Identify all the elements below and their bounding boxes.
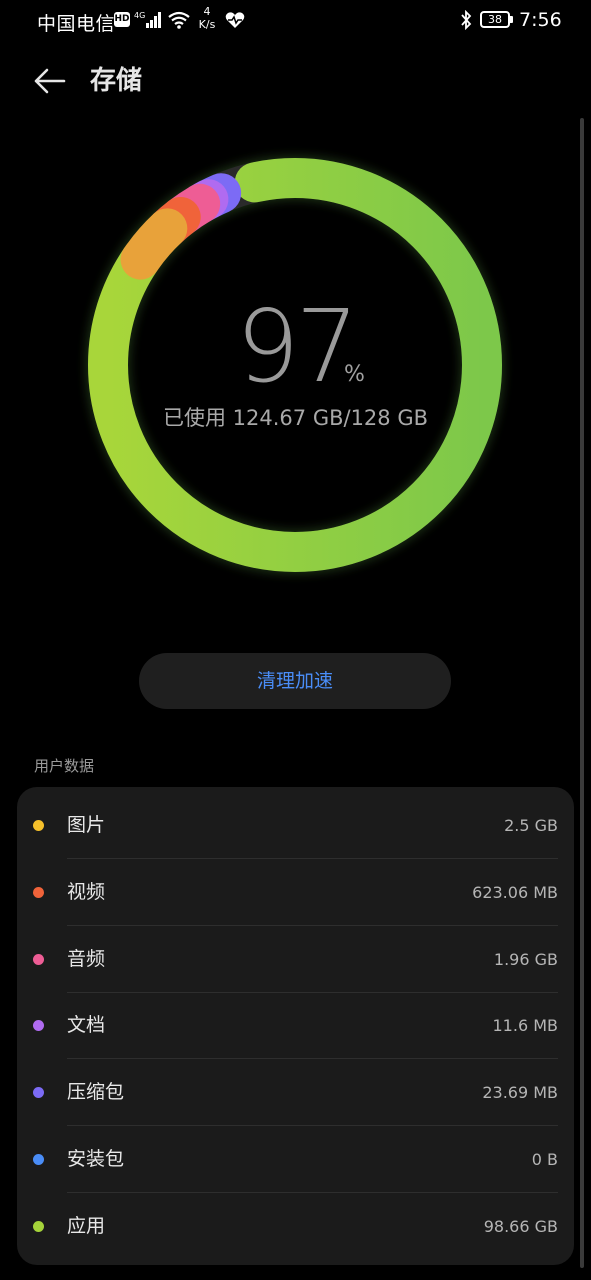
category-name: 文档 <box>67 1014 106 1037</box>
category-size: 623.06 MB <box>472 882 558 902</box>
list-item[interactable]: 音频 1.96 GB <box>17 926 574 993</box>
status-bar: 中国电信 HD 4G 4 K/s 38 7:56 <box>0 0 591 44</box>
battery-cap <box>510 16 513 23</box>
back-arrow-icon[interactable] <box>30 62 70 100</box>
usage-summary: 已使用 124.67 GB/128 GB <box>162 406 429 430</box>
heart-health-icon <box>225 12 245 28</box>
list-item[interactable]: 文档 11.6 MB <box>17 992 574 1060</box>
category-name: 压缩包 <box>67 1081 125 1104</box>
cellular-signal-icon: 4G <box>134 11 161 28</box>
user-data-list: 图片 2.5 GB 视频 623.06 MB 音频 1.96 GB 文档 11.6 MB 压缩包… <box>17 787 574 1265</box>
category-color-dot <box>33 953 44 965</box>
category-size: 98.66 GB <box>483 1216 558 1236</box>
category-size: 1.96 GB <box>493 949 558 969</box>
list-item[interactable]: 压缩包 23.69 MB <box>17 1059 574 1127</box>
category-name: 图片 <box>67 814 106 836</box>
category-name: 应用 <box>67 1214 106 1237</box>
category-color-dot <box>33 886 44 898</box>
battery-icon: 38 <box>480 11 510 28</box>
list-item[interactable]: 视频 623.06 MB <box>17 859 574 926</box>
category-color-dot <box>33 1087 44 1099</box>
clean-speedup-button[interactable]: 清理加速 <box>139 653 451 709</box>
category-color-dot <box>33 1220 44 1232</box>
category-color-dot <box>33 1154 44 1165</box>
bluetooth-icon <box>461 10 472 30</box>
usage-percent: 97 <box>0 288 591 405</box>
category-color-dot <box>33 820 44 831</box>
hd-icon: HD <box>114 12 130 27</box>
battery-level: 38 <box>488 13 502 26</box>
usage-percent-value: 97 <box>235 288 359 405</box>
list-item[interactable]: 安装包 0 B <box>17 1126 574 1193</box>
scrollbar[interactable] <box>580 118 584 1268</box>
category-name: 安装包 <box>67 1148 125 1170</box>
category-size: 0 B <box>531 1150 558 1169</box>
category-name: 视频 <box>67 880 106 903</box>
usage-percent-unit: % <box>344 362 365 387</box>
svg-text:4G: 4G <box>134 11 145 20</box>
clock: 7:56 <box>519 9 562 31</box>
category-name: 音频 <box>67 947 106 970</box>
wifi-icon <box>168 11 190 29</box>
list-item[interactable]: 应用 98.66 GB <box>17 1193 574 1260</box>
category-size: 11.6 MB <box>492 1016 559 1036</box>
page-title: 存储 <box>90 66 143 96</box>
category-size: 2.5 GB <box>504 816 558 835</box>
carrier-name: 中国电信 <box>37 13 116 35</box>
category-color-dot <box>33 1020 44 1032</box>
category-size: 23.69 MB <box>482 1083 558 1103</box>
network-speed: 4 K/s <box>198 5 216 31</box>
user-data-section-label: 用户数据 <box>34 757 95 775</box>
list-item[interactable]: 图片 2.5 GB <box>17 792 574 859</box>
